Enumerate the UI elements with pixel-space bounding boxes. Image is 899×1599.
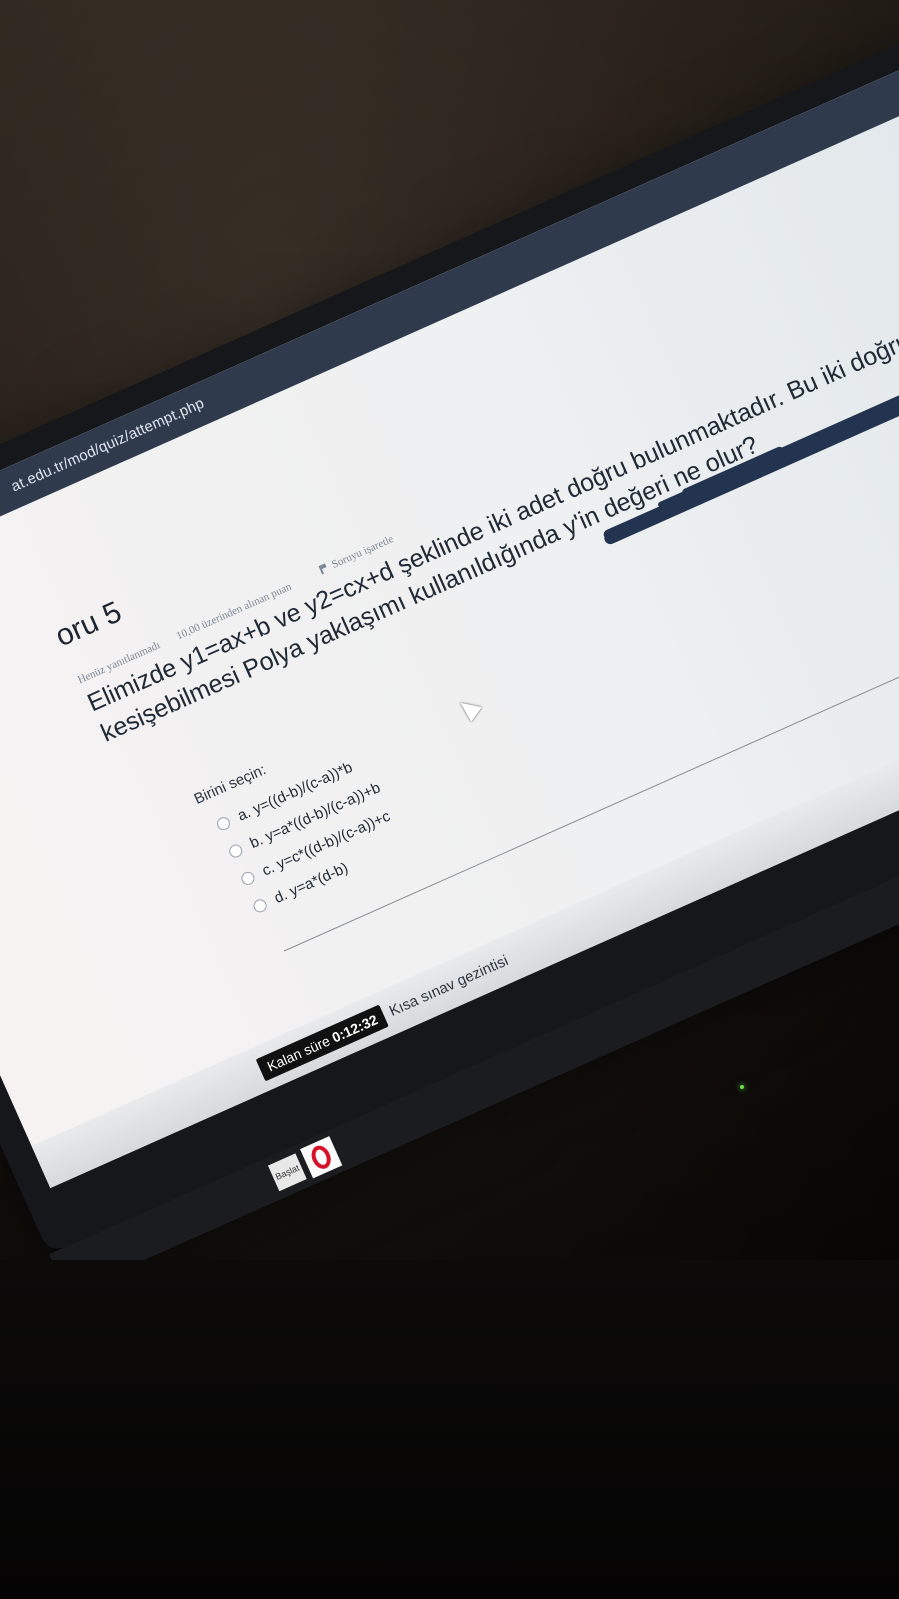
start-button[interactable]: Başlat	[267, 1153, 307, 1192]
mouse-cursor-icon	[455, 695, 482, 722]
question-number: oru 5	[50, 595, 127, 654]
photo-scene: at.edu.tr/mod/quiz/attempt.php oru 5 Hen…	[0, 0, 899, 1599]
flag-icon	[318, 562, 331, 575]
power-led	[740, 1085, 744, 1089]
timer-value: 0:12:32	[329, 1011, 381, 1046]
opera-browser-icon[interactable]	[300, 1136, 343, 1179]
radio-button[interactable]	[226, 841, 245, 860]
desk	[0, 1260, 899, 1599]
radio-button[interactable]	[239, 869, 257, 887]
timer-label: Kalan süre	[264, 1032, 333, 1075]
radio-button[interactable]	[214, 814, 232, 832]
radio-button[interactable]	[251, 896, 269, 914]
